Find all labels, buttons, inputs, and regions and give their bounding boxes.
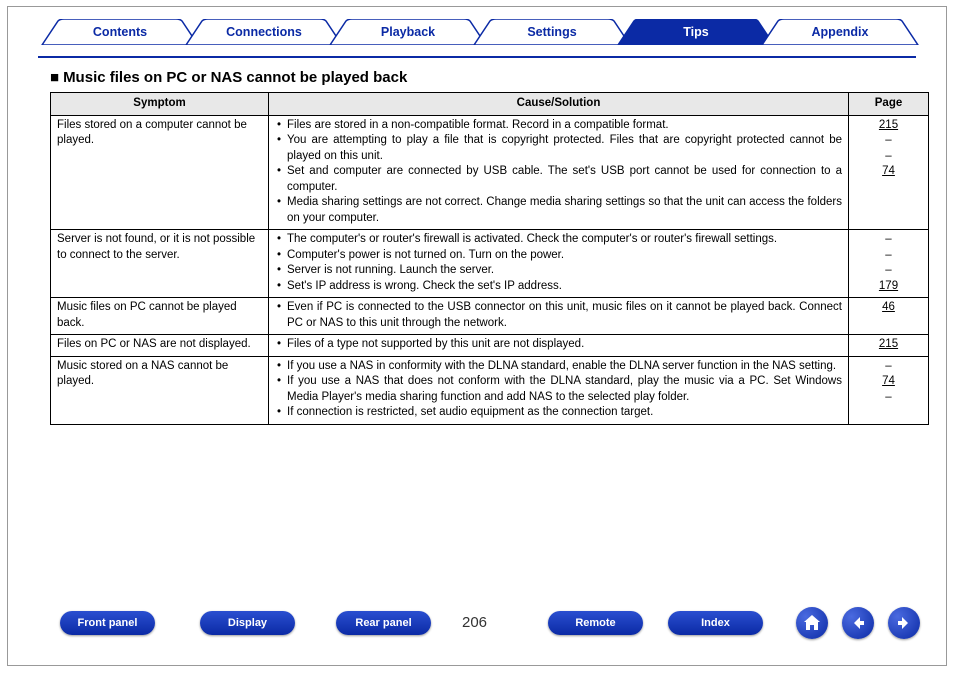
page-dash: – — [855, 149, 922, 165]
cause-item: Files are stored in a non-compatible for… — [275, 118, 842, 134]
tab-connections[interactable]: Connections — [184, 19, 344, 45]
tab-tips[interactable]: Tips — [616, 19, 776, 45]
page-link[interactable]: 74 — [855, 164, 922, 180]
page-dash: – — [855, 232, 922, 248]
rear-panel-button[interactable]: Rear panel — [336, 611, 431, 635]
tab-label: Connections — [226, 25, 302, 39]
cause-item: Files of a type not supported by this un… — [275, 337, 842, 353]
button-label: Display — [228, 617, 267, 629]
table-row: Music files on PC cannot be played back.… — [51, 298, 929, 335]
cause-item: Even if PC is connected to the USB conne… — [275, 300, 842, 331]
page-dash: – — [855, 248, 922, 264]
tab-settings[interactable]: Settings — [472, 19, 632, 45]
table-header-row: Symptom Cause/Solution Page — [51, 93, 929, 116]
tab-label: Settings — [527, 25, 576, 39]
section-heading: ■Music files on PC or NAS cannot be play… — [50, 69, 946, 86]
cause-item: Computer's power is not turned on. Turn … — [275, 248, 842, 264]
remote-button[interactable]: Remote — [548, 611, 643, 635]
table-row: Files on PC or NAS are not displayed. Fil… — [51, 335, 929, 357]
tab-playback[interactable]: Playback — [328, 19, 488, 45]
tab-appendix[interactable]: Appendix — [760, 19, 920, 45]
page-cell: 215 — [849, 335, 929, 357]
tabs-underline — [38, 56, 916, 58]
button-label: Index — [701, 617, 730, 629]
symptom-cell: Files stored on a computer cannot be pla… — [51, 115, 269, 230]
page-dash: – — [855, 359, 922, 375]
troubleshooting-table: Symptom Cause/Solution Page Files stored… — [50, 92, 929, 425]
cause-item: If connection is restricted, set audio e… — [275, 405, 842, 421]
cause-item: If you use a NAS that does not conform w… — [275, 374, 842, 405]
page-link[interactable]: 179 — [855, 279, 922, 295]
page-cell: 46 — [849, 298, 929, 335]
home-button[interactable] — [796, 607, 828, 639]
th-page: Page — [849, 93, 929, 116]
page-link[interactable]: 74 — [855, 374, 922, 390]
cause-cell: Files are stored in a non-compatible for… — [269, 115, 849, 230]
cause-item: Media sharing settings are not correct. … — [275, 195, 842, 226]
th-cause: Cause/Solution — [269, 93, 849, 116]
prev-button[interactable] — [842, 607, 874, 639]
tab-label: Tips — [683, 25, 708, 39]
tab-label: Playback — [381, 25, 435, 39]
table-row: Music stored on a NAS cannot be played.I… — [51, 356, 929, 424]
cause-cell: Files of a type not supported by this un… — [269, 335, 849, 357]
tab-contents[interactable]: Contents — [40, 19, 200, 45]
page-link[interactable]: 215 — [855, 337, 922, 353]
table-row: Files stored on a computer cannot be pla… — [51, 115, 929, 230]
cause-item: You are attempting to play a file that i… — [275, 133, 842, 164]
heading-text: Music files on PC or NAS cannot be playe… — [63, 69, 407, 86]
cause-item: Server is not running. Launch the server… — [275, 263, 842, 279]
page-number: 206 — [462, 614, 487, 631]
next-button[interactable] — [888, 607, 920, 639]
cause-item: If you use a NAS in conformity with the … — [275, 359, 842, 375]
cause-cell: Even if PC is connected to the USB conne… — [269, 298, 849, 335]
footer-bar: Front panel Display Rear panel 206 Remot… — [8, 611, 946, 649]
symptom-cell: Server is not found, or it is not possib… — [51, 230, 269, 298]
page-dash: – — [855, 390, 922, 406]
button-label: Front panel — [78, 617, 138, 629]
button-label: Rear panel — [355, 617, 411, 629]
square-bullet-icon: ■ — [50, 69, 59, 86]
symptom-cell: Files on PC or NAS are not displayed. — [51, 335, 269, 357]
page-dash: – — [855, 133, 922, 149]
th-symptom: Symptom — [51, 93, 269, 116]
symptom-cell: Music files on PC cannot be played back. — [51, 298, 269, 335]
tab-label: Appendix — [812, 25, 869, 39]
cause-item: Set's IP address is wrong. Check the set… — [275, 279, 842, 295]
cause-item: Set and computer are connected by USB ca… — [275, 164, 842, 195]
front-panel-button[interactable]: Front panel — [60, 611, 155, 635]
tab-label: Contents — [93, 25, 147, 39]
symptom-cell: Music stored on a NAS cannot be played. — [51, 356, 269, 424]
page-link[interactable]: 215 — [855, 118, 922, 134]
page-cell: –74– — [849, 356, 929, 424]
cause-item: The computer's or router's firewall is a… — [275, 232, 842, 248]
cause-cell: If you use a NAS in conformity with the … — [269, 356, 849, 424]
top-tabs: Contents Connections Playback Settings T… — [8, 19, 946, 55]
page-cell: –––179 — [849, 230, 929, 298]
page-link[interactable]: 46 — [855, 300, 922, 316]
index-button[interactable]: Index — [668, 611, 763, 635]
page-dash: – — [855, 263, 922, 279]
home-icon — [802, 613, 822, 633]
table-row: Server is not found, or it is not possib… — [51, 230, 929, 298]
page-cell: 215––74 — [849, 115, 929, 230]
arrow-left-icon — [849, 614, 867, 632]
button-label: Remote — [575, 617, 615, 629]
cause-cell: The computer's or router's firewall is a… — [269, 230, 849, 298]
display-button[interactable]: Display — [200, 611, 295, 635]
arrow-right-icon — [895, 614, 913, 632]
